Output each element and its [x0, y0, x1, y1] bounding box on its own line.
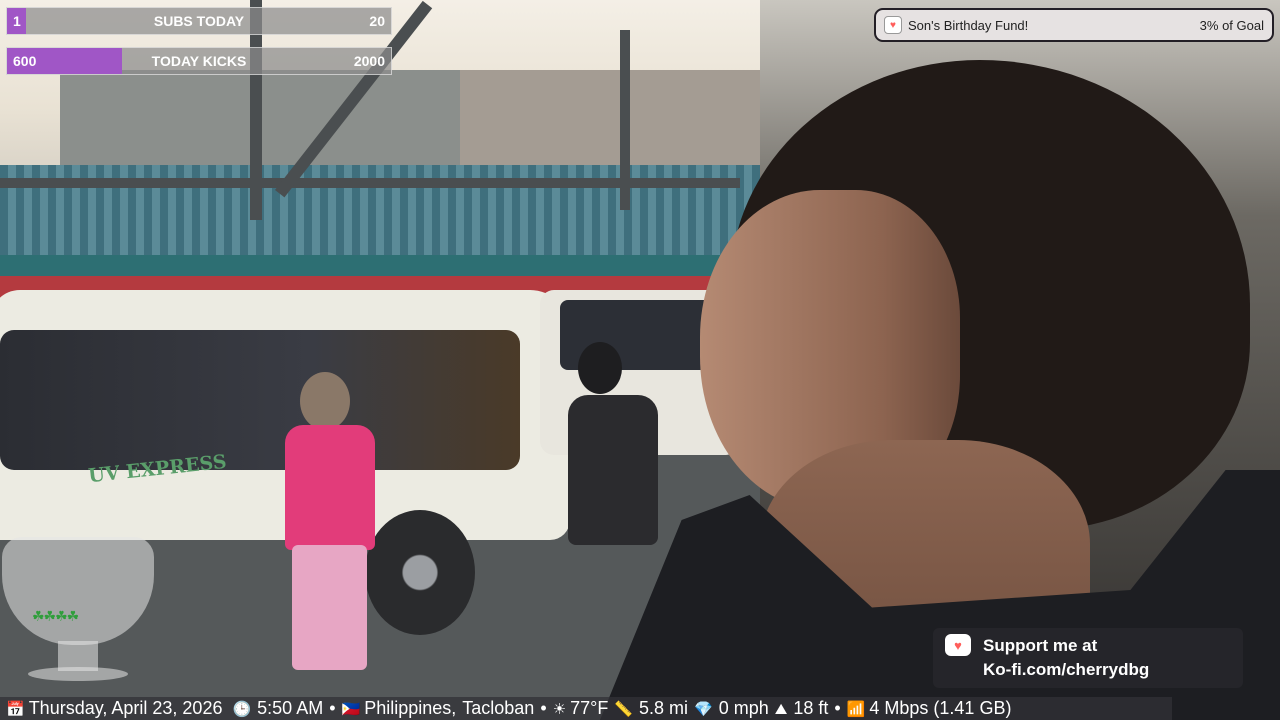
clock-icon: 🕒 — [232, 699, 252, 718]
speedometer-icon: 💎 — [694, 699, 713, 718]
roof-edge — [0, 255, 760, 277]
separator: • — [834, 698, 841, 718]
goal-label: SUBS TODAY — [153, 13, 245, 29]
status-distance: 5.8 mi — [639, 698, 689, 718]
goal-label: TODAY KICKS — [151, 53, 247, 69]
status-altitude: 18 ft — [793, 698, 829, 718]
calendar-icon: 📅 — [6, 699, 25, 718]
kofi-heart-cup-icon: ♥ — [884, 16, 902, 34]
ruler-icon: 📏 — [614, 699, 633, 718]
status-city: Tacloban — [462, 698, 535, 718]
fund-goal-widget[interactable]: ♥ Son's Birthday Fund! 3% of Goal — [874, 8, 1274, 42]
steel-beam — [0, 178, 740, 188]
subs-goal-bar: 1 SUBS TODAY 20 — [6, 7, 392, 35]
person — [285, 425, 375, 550]
status-country: Philippines, — [364, 698, 457, 718]
fund-progress: 3% of Goal — [1199, 17, 1264, 33]
wifi-icon: 📶 — [846, 699, 866, 718]
kofi-cup-icon: ♥ — [945, 634, 971, 656]
glass-bowl — [2, 537, 154, 645]
status-time: 5:50 AM — [257, 698, 324, 718]
stream-status-bar: 📅 Thursday, April 23, 2026 🕒 5:50 AM • 🇵… — [0, 697, 1172, 720]
person — [300, 372, 350, 430]
clover-glass-icon: ☘☘☘☘ — [2, 537, 154, 687]
kicks-goal-bar: 600 TODAY KICKS 2000 — [6, 47, 392, 75]
kofi-link[interactable]: Ko-fi.com/cherrydbg — [983, 660, 1149, 680]
fund-title: Son's Birthday Fund! — [908, 17, 1029, 33]
building — [60, 70, 480, 180]
status-speed: 0 mph — [718, 698, 769, 718]
building — [460, 70, 760, 180]
clover-icons: ☘☘☘☘ — [32, 609, 79, 625]
kofi-support-box[interactable]: ♥ Support me at Ko-fi.com/cherrydbg — [933, 628, 1243, 688]
separator: • — [329, 698, 336, 718]
person — [292, 545, 367, 670]
sun-icon: ☀ — [552, 699, 567, 718]
goal-target: 20 — [369, 13, 385, 29]
person — [578, 342, 622, 394]
stream-video-frame: UV EXPRESS — [0, 0, 1280, 720]
philippines-flag-icon: 🇵🇭 — [341, 699, 361, 718]
goal-target: 2000 — [353, 53, 385, 69]
status-temperature: 77°F — [570, 698, 609, 718]
mountain-icon: ⛰ — [774, 699, 788, 718]
van-window — [0, 330, 520, 470]
status-network: 4 Mbps (1.41 GB) — [869, 698, 1012, 718]
van-wheel — [365, 510, 475, 635]
separator: • — [540, 698, 547, 718]
kofi-line-1: Support me at — [983, 636, 1098, 655]
glass-base — [28, 667, 128, 681]
status-date: Thursday, April 23, 2026 — [28, 698, 223, 718]
person — [568, 395, 658, 545]
